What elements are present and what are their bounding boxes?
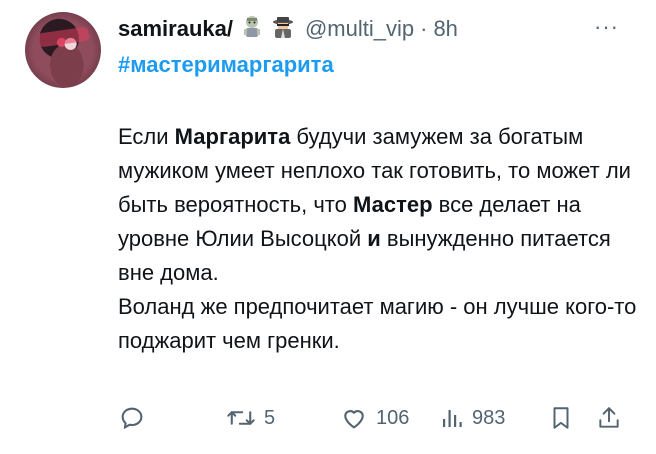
hashtag-link[interactable]: #мастеримаргарита — [118, 52, 334, 78]
views-button[interactable]: 983 — [440, 404, 505, 432]
bookmark-button[interactable] — [548, 404, 574, 432]
tweet-text: Если Маргарита будучи замужем за богатым… — [118, 120, 638, 358]
bold-word: Маргарита — [174, 124, 291, 149]
tweet-paragraph-1: Если Маргарита будучи замужем за богатым… — [118, 120, 638, 290]
text-segment: Если — [118, 124, 175, 149]
like-count: 106 — [376, 406, 410, 429]
avatar[interactable] — [25, 12, 101, 88]
bold-word: и — [367, 226, 381, 251]
more-options-icon[interactable]: ··· — [594, 14, 619, 40]
share-button[interactable] — [596, 404, 622, 432]
share-icon — [599, 407, 619, 428]
author-name[interactable]: samirauka/ — [118, 16, 233, 42]
action-bar: 5 106 983 — [118, 404, 638, 440]
views-count: 983 — [472, 406, 506, 429]
separator-dot: · — [420, 16, 428, 41]
like-button[interactable]: 106 — [340, 404, 409, 432]
views-icon — [443, 410, 462, 427]
retweet-button[interactable]: 5 — [226, 404, 275, 432]
reply-button[interactable] — [118, 404, 146, 432]
heart-icon — [344, 410, 364, 429]
retweet-count: 5 — [264, 406, 276, 429]
author-handle[interactable]: @multi_vip — [305, 16, 414, 42]
spy-emoji-icon — [271, 15, 295, 44]
timestamp[interactable]: 8h — [433, 16, 457, 42]
bold-word: Мастер — [353, 192, 433, 217]
bookmark-icon — [553, 407, 569, 429]
tweet-paragraph-2: Воланд же предпочитает магию - он лучше … — [118, 294, 637, 353]
zombie-emoji-icon — [241, 15, 263, 44]
retweet-icon — [227, 411, 255, 425]
tweet-header: samirauka/ @multi_vip · 8h — [118, 14, 458, 44]
reply-icon — [121, 407, 143, 430]
